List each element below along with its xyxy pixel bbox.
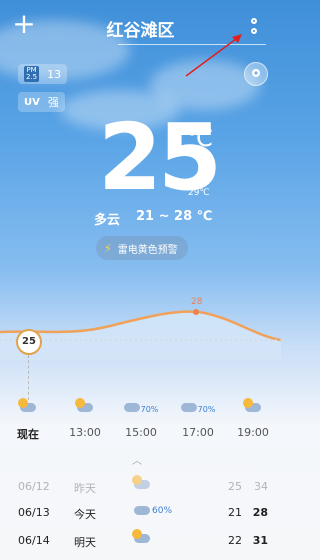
cloudy-sun-icon	[18, 398, 36, 412]
feels-like-value: 29℃	[188, 188, 210, 198]
rain-cloud-icon	[123, 403, 140, 412]
hourly-time: 19:00	[237, 426, 269, 439]
hourly-time: 17:00	[182, 426, 214, 439]
cloudy-sun-icon	[75, 398, 93, 412]
hourly-time: 现在	[17, 428, 39, 441]
hourly-item[interactable]: 现在	[0, 398, 56, 442]
temperature-unit: ℃	[186, 124, 213, 152]
now-temp-bubble: 25	[16, 329, 42, 355]
daily-low: 21	[228, 506, 242, 519]
map-icon[interactable]	[244, 62, 268, 86]
now-guide-line	[28, 355, 30, 400]
max-point	[193, 309, 199, 315]
daily-relative: 今天	[74, 508, 96, 521]
annotation-arrow	[185, 34, 242, 77]
daily-date: 06/12	[18, 480, 50, 493]
uv-value: 强	[47, 96, 59, 109]
daily-date: 06/14	[18, 534, 50, 547]
hourly-precip: 70%	[140, 405, 159, 414]
alert-text: 雷电黄色预警	[117, 244, 178, 256]
lightning-icon: ⚡	[104, 241, 112, 255]
pm25-icon: PM 2.5	[24, 66, 40, 82]
max-temp-label: 28	[191, 297, 203, 307]
hourly-item[interactable]: 19:00	[225, 398, 281, 439]
daily-row[interactable]: 06/14 明天 22 31	[0, 529, 281, 556]
hourly-item[interactable]: 70% 15:00	[113, 400, 169, 439]
temperature-range: 21 ~ 28 ℃	[136, 209, 213, 224]
hourly-time: 13:00	[69, 426, 101, 439]
daily-high: 34	[254, 480, 268, 493]
hourly-precip: 70%	[197, 405, 216, 414]
daily-row[interactable]: 06/13 今天 60% 21 28	[0, 506, 281, 528]
hourly-time: 15:00	[125, 426, 157, 439]
weather-alert-button[interactable]: ⚡ 雷电黄色预警	[96, 236, 188, 260]
daily-low: 25	[228, 480, 242, 493]
pm25-value: 13	[47, 67, 62, 81]
daily-relative: 昨天	[74, 482, 96, 495]
daily-row[interactable]: 06/12 昨天 25 34	[0, 475, 281, 502]
pm25-badge[interactable]: PM 2.5 13	[18, 64, 68, 84]
daily-precip: 60%	[152, 506, 173, 516]
temperature-chart	[0, 309, 281, 360]
daily-relative: 明天	[74, 536, 96, 549]
daily-low: 22	[228, 534, 242, 547]
uv-badge[interactable]: UV 强	[18, 92, 65, 112]
daily-high: 28	[252, 506, 268, 519]
uv-label: UV	[24, 96, 40, 108]
daily-high: 31	[252, 534, 268, 547]
rain-cloud-icon	[180, 403, 197, 412]
hourly-item[interactable]: 70% 17:00	[170, 400, 226, 439]
expand-chevron-icon[interactable]: ︿	[132, 452, 142, 467]
cloudy-sun-icon	[243, 398, 261, 412]
hourly-item[interactable]: 13:00	[57, 398, 113, 439]
daily-date: 06/13	[18, 506, 50, 519]
weather-condition: 多云	[94, 213, 121, 228]
